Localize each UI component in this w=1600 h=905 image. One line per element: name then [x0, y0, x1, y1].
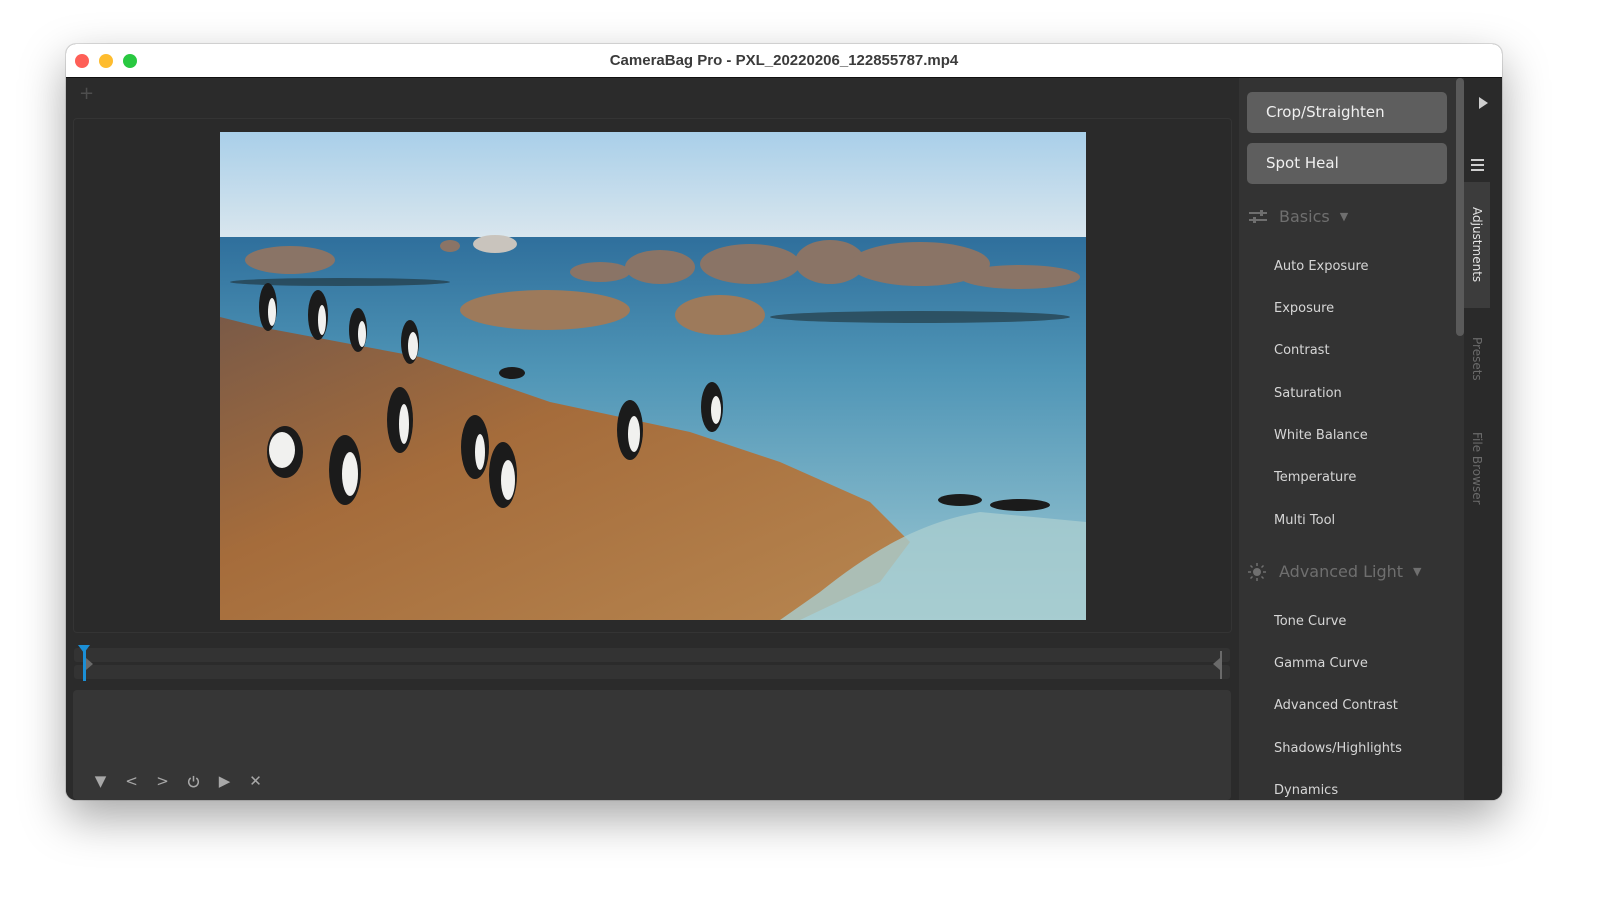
sun-icon	[1248, 562, 1270, 581]
close-button[interactable]: ✕	[240, 770, 271, 792]
main-content: + ▼ < > ▶ ✕ Crop/Straighten Spot Heal Ba…	[66, 78, 1502, 800]
bottom-panel: ▼ < > ▶ ✕	[73, 690, 1231, 800]
add-tab-button[interactable]: +	[79, 84, 94, 104]
menu-item-exposure[interactable]: Exposure	[1274, 301, 1334, 316]
sky	[220, 132, 1086, 242]
menu-item-contrast[interactable]: Contrast	[1274, 343, 1330, 358]
menu-item-white-balance[interactable]: White Balance	[1274, 428, 1368, 443]
triangle-down-icon: ▼	[94, 772, 107, 790]
menu-item-tone-curve[interactable]: Tone Curve	[1274, 614, 1346, 629]
window-title: CameraBag Pro - PXL_20220206_122855787.m…	[609, 52, 959, 69]
crop-straighten-button[interactable]: Crop/Straighten	[1247, 92, 1447, 133]
menu-item-shadows-highlights[interactable]: Shadows/Highlights	[1274, 741, 1402, 756]
panel-tab-strip: Adjustments Presets File Browser	[1464, 78, 1502, 800]
chevron-left-icon: <	[125, 772, 138, 790]
section-advanced-light[interactable]: Advanced Light ▼	[1248, 562, 1422, 581]
close-icon: ✕	[249, 772, 262, 790]
trim-start-handle[interactable]	[86, 658, 93, 670]
menu-item-gamma-curve[interactable]: Gamma Curve	[1274, 656, 1368, 671]
collapse-button[interactable]: ▼	[85, 770, 116, 792]
image-viewer	[73, 118, 1232, 633]
sliders-icon	[1248, 209, 1270, 225]
caret-down-icon: ▼	[1339, 210, 1349, 223]
power-icon	[187, 775, 200, 787]
play-button[interactable]: ▶	[209, 770, 240, 792]
menu-item-multi-tool[interactable]: Multi Tool	[1274, 513, 1335, 528]
penguin-photo	[220, 132, 1086, 620]
caret-down-icon: ▼	[1413, 565, 1422, 578]
trim-end-line	[1220, 651, 1222, 679]
menu-item-dynamics[interactable]: Dynamics	[1274, 783, 1338, 798]
chevron-right-icon: >	[156, 772, 169, 790]
playhead[interactable]	[83, 647, 86, 681]
timeline-track-lower[interactable]	[74, 665, 1230, 679]
video-frame[interactable]	[220, 132, 1086, 620]
menu-item-temperature[interactable]: Temperature	[1274, 470, 1356, 485]
previous-button[interactable]: <	[116, 770, 147, 792]
sidebar-scrollbar[interactable]	[1456, 78, 1464, 336]
tab-presets[interactable]: Presets	[1464, 314, 1490, 404]
adjustments-sidebar: Crop/Straighten Spot Heal Basics ▼ Auto …	[1239, 78, 1464, 800]
playback-controls: ▼ < > ▶ ✕	[85, 770, 271, 792]
title-bar: CameraBag Pro - PXL_20220206_122855787.m…	[66, 44, 1502, 78]
menu-item-saturation[interactable]: Saturation	[1274, 386, 1342, 401]
next-button[interactable]: >	[147, 770, 178, 792]
timeline[interactable]	[74, 645, 1230, 681]
app-window: CameraBag Pro - PXL_20220206_122855787.m…	[66, 44, 1502, 800]
menu-item-advanced-contrast[interactable]: Advanced Contrast	[1274, 698, 1398, 713]
menu-icon[interactable]	[1471, 159, 1484, 174]
section-title: Advanced Light	[1279, 562, 1404, 581]
timeline-track[interactable]	[74, 648, 1230, 662]
expand-panel-icon[interactable]	[1479, 97, 1488, 109]
power-button[interactable]	[178, 770, 209, 792]
tab-adjustments[interactable]: Adjustments	[1464, 182, 1490, 308]
section-basics[interactable]: Basics ▼	[1248, 207, 1348, 226]
play-icon: ▶	[218, 772, 231, 790]
section-title: Basics	[1279, 207, 1330, 226]
spot-heal-button[interactable]: Spot Heal	[1247, 143, 1447, 184]
trim-end-handle[interactable]	[1213, 658, 1220, 670]
tab-file-browser[interactable]: File Browser	[1464, 413, 1490, 523]
menu-item-auto-exposure[interactable]: Auto Exposure	[1274, 259, 1369, 274]
